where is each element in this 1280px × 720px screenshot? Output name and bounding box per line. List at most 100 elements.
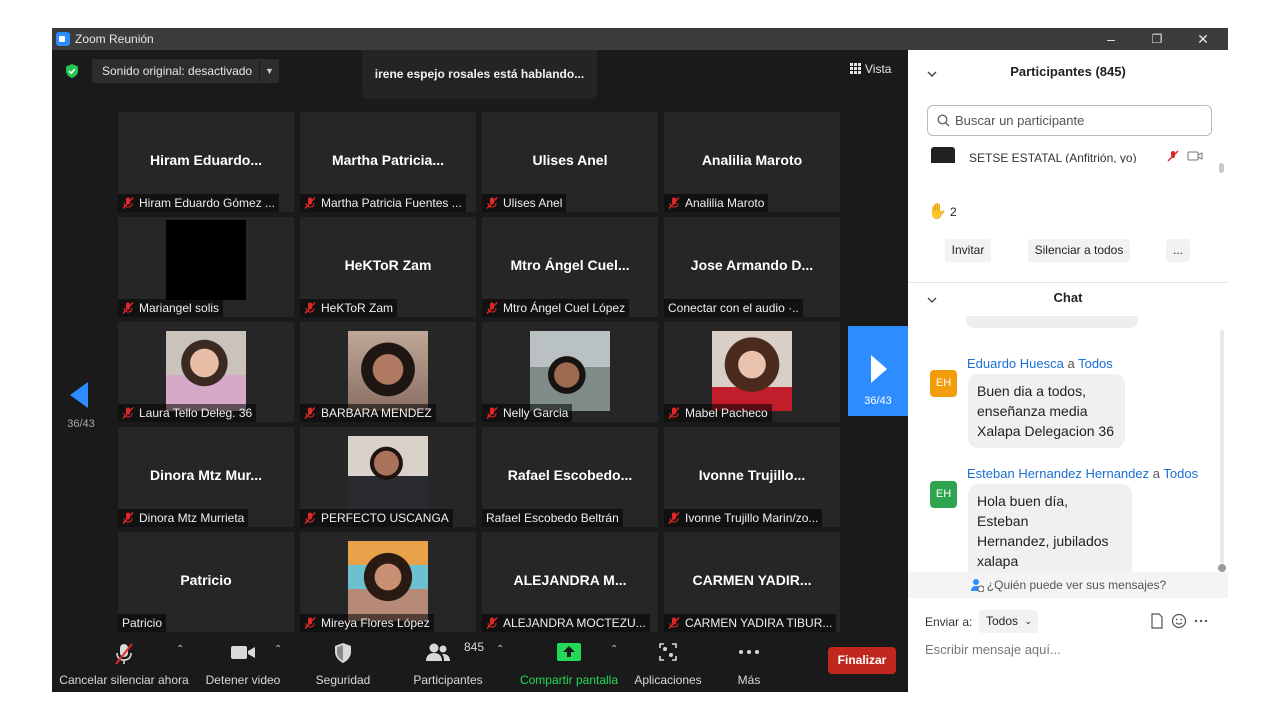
mic-muted-icon [122, 407, 134, 419]
participant-tile[interactable]: Rafael Escobedo... Rafael Escobedo Beltrá… [482, 427, 658, 527]
video-camera-icon [231, 646, 255, 659]
raised-hands-count: 2 [950, 205, 957, 219]
file-icon[interactable] [1149, 613, 1165, 629]
apps-label: Aplicaciones [634, 673, 702, 687]
mute-all-button[interactable]: Silenciar a todos [1028, 239, 1130, 262]
participant-name-label: CARMEN YADIRA TIBUR... [664, 614, 837, 632]
participant-tile[interactable]: Laura Tello Deleg. 36 [118, 322, 294, 422]
participant-tile[interactable]: Martha Patricia... Martha Patricia Fuente… [300, 112, 476, 212]
participants-scrollbar[interactable] [1219, 163, 1224, 173]
participant-name-label: Hiram Eduardo Gómez ... [118, 194, 280, 212]
avatar: EH [930, 481, 957, 508]
mic-muted-icon [486, 407, 498, 419]
view-label: Vista [865, 62, 892, 76]
mic-muted-icon [668, 407, 680, 419]
participant-name-label: PERFECTO USCANGA [300, 509, 453, 527]
chevron-down-icon[interactable]: ▼ [265, 59, 274, 83]
participants-options-chevron-icon[interactable]: ⌃ [496, 644, 504, 655]
participant-display-name: CARMEN YADIR... [692, 572, 812, 588]
share-screen-icon [557, 643, 581, 661]
chat-more-icon[interactable] [1193, 613, 1209, 629]
next-page-button[interactable]: 36/43 [848, 326, 908, 416]
close-button[interactable]: ✕ [1180, 28, 1226, 50]
participant-tile[interactable]: ALEJANDRA M... ALEJANDRA MOCTEZU... [482, 532, 658, 632]
video-options-chevron-icon[interactable]: ⌃ [274, 644, 282, 655]
avatar [931, 147, 955, 163]
chat-message-input[interactable]: Escribir mensaje aquí... [925, 642, 1061, 657]
participant-name-text: Ulises Anel [503, 196, 563, 210]
participant-display-name: Rafael Escobedo... [507, 467, 633, 483]
participant-tile[interactable]: Dinora Mtz Mur... Dinora Mtz Murrieta [118, 427, 294, 527]
raised-hands[interactable]: ✋ 2 [928, 202, 957, 220]
end-meeting-button[interactable]: Finalizar [828, 647, 896, 674]
participant-name-text: Rafael Escobedo Beltrán [486, 511, 619, 525]
encryption-shield-icon[interactable] [64, 63, 80, 79]
participant-search-input[interactable]: Buscar un participante [927, 105, 1212, 136]
participant-tile[interactable]: CARMEN YADIR... CARMEN YADIRA TIBUR... [664, 532, 840, 632]
participant-display-name: ALEJANDRA M... [513, 572, 627, 588]
original-sound-button[interactable]: Sonido original: desactivado ▼ [92, 59, 279, 83]
invite-button[interactable]: Invitar [945, 239, 991, 262]
previous-page-arrow-icon[interactable] [66, 380, 96, 410]
apps-button[interactable]: Aplicaciones [630, 632, 706, 692]
page-indicator-right: 36/43 [864, 395, 892, 407]
participant-tile[interactable]: Mireya Flores López [300, 532, 476, 632]
participant-tile[interactable]: BARBARA MENDEZ [300, 322, 476, 422]
chat-scrollbar[interactable] [1220, 330, 1224, 564]
video-off-icon[interactable] [1187, 151, 1203, 161]
more-button[interactable]: Más [724, 632, 774, 692]
participant-tile[interactable]: Patricio Patricio [118, 532, 294, 632]
sender-name[interactable]: Esteban Hernandez Hernandez [967, 466, 1149, 481]
security-button[interactable]: Seguridad [302, 632, 384, 692]
mic-muted-icon [304, 197, 316, 209]
participants-title: Participantes (845) [1010, 64, 1126, 79]
participant-video [530, 331, 610, 411]
participants-count: 845 [464, 640, 485, 654]
participant-tile[interactable]: PERFECTO USCANGA [300, 427, 476, 527]
raised-hand-icon: ✋ [928, 203, 947, 220]
view-button[interactable]: Vista [850, 62, 891, 76]
participants-button[interactable]: 845 Participantes [404, 632, 492, 692]
participant-tile[interactable]: Mabel Pacheco [664, 322, 840, 422]
participant-name-label: Ivonne Trujillo Marin/zo... [664, 509, 823, 527]
share-options-chevron-icon[interactable]: ⌃ [610, 644, 618, 655]
participant-tile[interactable]: Mariangel solis [118, 217, 294, 317]
unmute-button[interactable]: Cancelar silenciar ahora [58, 632, 190, 692]
participants-more-button[interactable]: ... [1166, 239, 1190, 262]
participant-tile[interactable]: Jose Armando D... Conectar con el audio ·… [664, 217, 840, 317]
sender-name[interactable]: Eduardo Huesca [967, 356, 1064, 371]
participant-name-label: Patricio [118, 614, 167, 632]
stop-video-label: Detener video [205, 673, 281, 687]
emoji-icon[interactable] [1171, 613, 1187, 629]
participant-tile[interactable]: Mtro Ángel Cuel... Mtro Ángel Cuel López [482, 217, 658, 317]
participant-display-name: Jose Armando D... [690, 257, 814, 273]
message-line: xalapa [977, 553, 1019, 569]
mic-muted-icon [122, 512, 134, 524]
participant-name-label: Laura Tello Deleg. 36 [118, 404, 257, 422]
participant-video [348, 436, 428, 516]
mic-muted-icon [304, 617, 316, 629]
minimize-button[interactable]: – [1088, 28, 1134, 50]
more-dots-icon [739, 650, 759, 654]
mic-muted-icon[interactable] [1167, 150, 1179, 162]
participant-tile[interactable]: HeKToR Zam HeKToR Zam [300, 217, 476, 317]
participant-name-text: Mariangel solis [139, 301, 220, 315]
message-bubble: Buen dia a todos, enseñanza media Xalapa… [968, 374, 1125, 448]
share-screen-button[interactable]: Compartir pantalla [516, 632, 622, 692]
participant-display-name: Ivonne Trujillo... [698, 467, 806, 483]
participant-tile[interactable]: Ulises Anel Ulises Anel [482, 112, 658, 212]
participant-name-text: Mireya Flores López [321, 616, 430, 630]
participant-row[interactable]: SETSE ESTATAL (Anfitrión, yo) [928, 145, 1228, 163]
who-can-see-messages-link[interactable]: ¿Quién puede ver sus mensajes? [908, 572, 1228, 598]
participant-name-text: PERFECTO USCANGA [321, 511, 449, 525]
participant-tile[interactable]: Analilia Maroto Analilia Maroto [664, 112, 840, 212]
audio-options-chevron-icon[interactable]: ⌃ [176, 644, 184, 655]
chat-scroll-thumb[interactable] [1218, 564, 1226, 572]
stop-video-button[interactable]: Detener video [198, 632, 288, 692]
participant-name-label: Mabel Pacheco [664, 404, 772, 422]
participant-tile[interactable]: Hiram Eduardo... Hiram Eduardo Gómez ... [118, 112, 294, 212]
participant-tile[interactable]: Nelly Garcia [482, 322, 658, 422]
send-to-select[interactable]: Todos ⌄ [979, 610, 1038, 633]
restore-button[interactable]: ❐ [1134, 28, 1180, 50]
participant-tile[interactable]: Ivonne Trujillo... Ivonne Trujillo Marin/… [664, 427, 840, 527]
